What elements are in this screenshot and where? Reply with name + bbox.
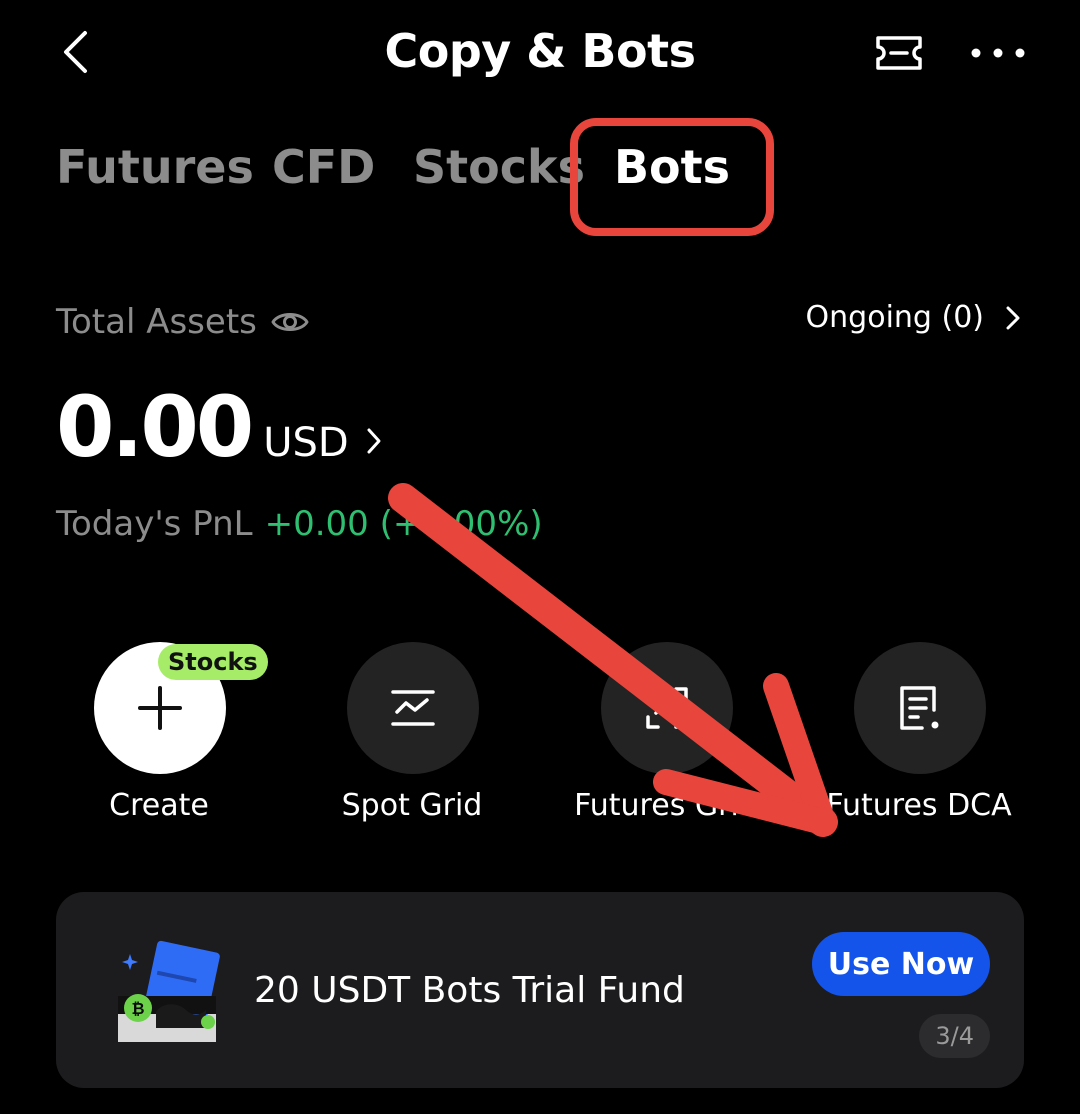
use-now-button[interactable]: Use Now [812, 932, 990, 996]
shortcut-label-spot-grid: Spot Grid [341, 788, 483, 823]
spot-grid-icon [391, 690, 435, 726]
futures-dca-circle [854, 642, 986, 774]
plus-icon [138, 686, 182, 730]
futures-grid-icon [646, 687, 688, 729]
tab-cfd[interactable]: CFD [272, 140, 375, 194]
eye-icon[interactable] [271, 308, 309, 336]
total-assets-label: Total Assets [56, 302, 309, 342]
currency-unit: USD [263, 420, 349, 466]
total-assets-text: Total Assets [56, 302, 257, 342]
pnl-value: +0.00 (+0.00%) [264, 504, 543, 544]
futures-dca-icon [900, 686, 939, 730]
todays-pnl: Today's PnL +0.00 (+0.00%) [56, 504, 543, 544]
futures-grid-button[interactable]: Futures Grid [536, 642, 796, 832]
category-tabs: Futures CFD Stocks Bots [0, 140, 1080, 210]
svg-text:₿: ₿ [131, 999, 144, 1018]
spot-grid-button[interactable]: Spot Grid [282, 642, 542, 832]
trial-fund-card[interactable]: ₿ 20 USDT Bots Trial Fund Use Now 3/4 [56, 892, 1024, 1088]
pnl-label: Today's PnL [56, 504, 253, 544]
shortcut-label-futures-grid: Futures Grid [574, 788, 758, 823]
more-horizontal-icon [971, 48, 1025, 58]
ticket-button[interactable] [868, 30, 930, 76]
futures-dca-button[interactable]: Futures DCA [789, 642, 1049, 832]
chevron-right-icon [367, 428, 381, 454]
ongoing-label: Ongoing (0) [805, 300, 984, 335]
stocks-badge: Stocks [158, 644, 268, 680]
trial-fund-title: 20 USDT Bots Trial Fund [254, 970, 685, 1011]
total-assets-value[interactable]: 0.00 USD [56, 378, 383, 476]
carousel-pager: 3/4 [919, 1014, 990, 1058]
ongoing-bots-link[interactable]: Ongoing (0) [806, 300, 1022, 335]
more-options-button[interactable] [966, 30, 1030, 76]
tab-bots[interactable]: Bots [614, 140, 730, 194]
chevron-right-icon [1006, 306, 1020, 329]
spot-grid-circle [347, 642, 479, 774]
bitcoin-ticket-icon: ₿ [118, 940, 220, 1042]
tab-futures[interactable]: Futures [56, 140, 254, 194]
shortcut-label-create: Create [109, 788, 209, 823]
tab-stocks[interactable]: Stocks [413, 140, 585, 194]
shortcut-label-futures-dca: Futures DCA [826, 788, 1012, 823]
total-value: 0.00 [56, 378, 254, 476]
ticket-icon [876, 36, 922, 70]
futures-grid-circle [601, 642, 733, 774]
